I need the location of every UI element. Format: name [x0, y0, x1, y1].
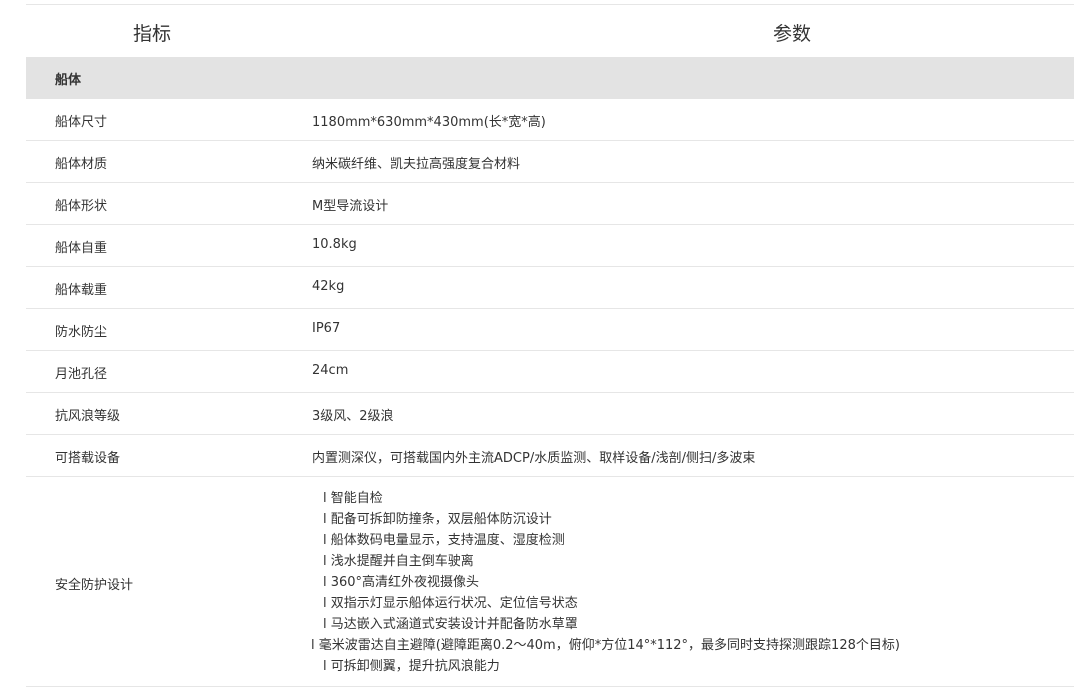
- list-item: l 360°高清红外夜视摄像头: [323, 575, 480, 590]
- row-key: 船体形状: [55, 199, 108, 214]
- row-value: 3级风、2级浪: [312, 409, 394, 424]
- row-value: 内置测深仪，可搭载国内外主流ADCP/水质监测、取样设备/浅剖/侧扫/多波束: [312, 451, 756, 466]
- row-value: M型导流设计: [312, 199, 389, 214]
- list-item: l 双指示灯显示船体运行状况、定位信号状态: [323, 596, 578, 611]
- header-parameter: 参数: [773, 23, 812, 45]
- row-key: 月池孔径: [55, 367, 108, 382]
- safety-feature-list: l 智能自检 l 配备可拆卸防撞条，双层船体防沉设计 l 船体数码电量显示，支持…: [311, 488, 900, 677]
- row-value: 10.8kg: [312, 237, 357, 252]
- row-value: 42kg: [312, 279, 345, 294]
- row-value: IP67: [312, 321, 341, 336]
- list-item: l 船体数码电量显示，支持温度、湿度检测: [323, 533, 565, 548]
- list-item: l 浅水提醒并自主倒车驶离: [323, 554, 474, 569]
- table-row: 船体尺寸 1180mm*630mm*430mm(长*宽*高): [26, 99, 1074, 141]
- row-key: 船体尺寸: [55, 115, 108, 130]
- table-row: 防水防尘 IP67: [26, 309, 1074, 351]
- row-key: 船体自重: [55, 241, 108, 256]
- list-item: l 配备可拆卸防撞条，双层船体防沉设计: [323, 512, 552, 527]
- spec-table: 指标 参数 船体 船体尺寸 1180mm*630mm*430mm(长*宽*高) …: [26, 4, 1074, 687]
- table-row: 船体载重 42kg: [26, 267, 1074, 309]
- row-value: 24cm: [312, 363, 349, 378]
- table-header: 指标 参数: [26, 4, 1074, 57]
- table-row: 船体材质 纳米碳纤维、凯夫拉高强度复合材料: [26, 141, 1074, 183]
- table-row: 船体自重 10.8kg: [26, 225, 1074, 267]
- row-key: 抗风浪等级: [55, 409, 121, 424]
- section-title: 船体: [55, 73, 82, 88]
- list-item: l 马达嵌入式涵道式安装设计并配备防水草罩: [323, 617, 578, 632]
- table-row: 月池孔径 24cm: [26, 351, 1074, 393]
- table-row: 船体形状 M型导流设计: [26, 183, 1074, 225]
- row-key: 防水防尘: [55, 325, 108, 340]
- row-value: 纳米碳纤维、凯夫拉高强度复合材料: [312, 157, 521, 172]
- list-item: l 智能自检: [323, 491, 383, 506]
- table-row: 抗风浪等级 3级风、2级浪: [26, 393, 1074, 435]
- list-item: l 可拆卸侧翼，提升抗风浪能力: [323, 659, 500, 674]
- table-row: 可搭载设备 内置测深仪，可搭载国内外主流ADCP/水质监测、取样设备/浅剖/侧扫…: [26, 435, 1074, 477]
- row-value: 1180mm*630mm*430mm(长*宽*高): [312, 115, 546, 130]
- row-key: 可搭载设备: [55, 451, 121, 466]
- header-indicator: 指标: [133, 23, 172, 45]
- row-key: 安全防护设计: [55, 578, 134, 593]
- table-row-safety: 安全防护设计 l 智能自检 l 配备可拆卸防撞条，双层船体防沉设计 l 船体数码…: [26, 477, 1074, 687]
- row-key: 船体载重: [55, 283, 108, 298]
- list-item: l 毫米波雷达自主避障(避障距离0.2～40m，俯仰*方位14°*112°，最多…: [311, 638, 900, 653]
- row-key: 船体材质: [55, 157, 108, 172]
- section-row-hull: 船体: [26, 57, 1074, 99]
